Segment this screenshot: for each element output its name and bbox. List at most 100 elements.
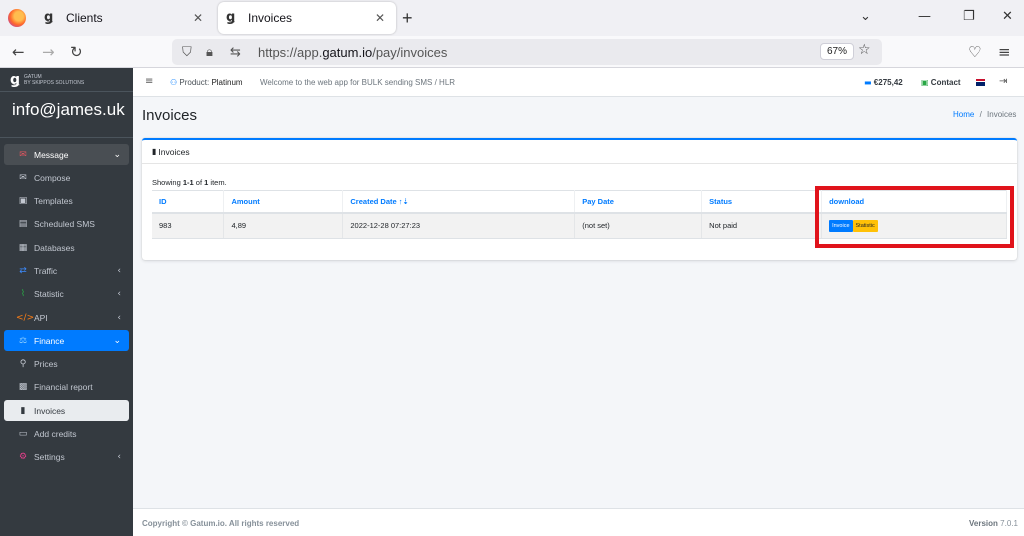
sidebar-item-compose[interactable]: ✉ Compose: [4, 167, 129, 188]
welcome-text: Welcome to the web app for BULK sending …: [260, 78, 456, 87]
sidebar-item-label: Prices: [34, 359, 58, 370]
close-icon[interactable]: ✕: [190, 11, 206, 25]
sidebar-item-scheduled-sms[interactable]: ▤ Scheduled SMS: [4, 214, 129, 235]
sidebar-item-label: Invoices: [34, 405, 66, 416]
tab-list-chevron-icon[interactable]: ⌄: [860, 9, 871, 24]
wallet-icon: ▬: [864, 78, 872, 87]
minimize-icon[interactable]: —: [918, 9, 931, 24]
sidebar-item-label: Templates: [34, 196, 73, 207]
column-header-id[interactable]: ID: [152, 190, 225, 214]
clock-icon: ▤: [18, 219, 28, 230]
browser-nav-bar: ← → ↻ ⛉ 🔒︎ ⇆ https://app.gatum.io/pay/in…: [0, 36, 1024, 68]
compose-icon: ✉: [19, 172, 27, 183]
cell-created-date: 2022-12-28 07:27:23: [342, 212, 576, 239]
breadcrumb-separator: /: [979, 110, 982, 119]
product-badge-icon: ⚇: [170, 78, 178, 87]
shield-icon[interactable]: ⛉: [182, 45, 196, 60]
sidebar-item-label: Message: [34, 149, 69, 160]
sidebar-item-label: Finance: [34, 335, 65, 346]
sidebar-item-finance[interactable]: ⚖ Finance ⌄: [4, 330, 129, 352]
sidebar-item-label: Statistic: [34, 289, 64, 300]
reload-icon[interactable]: ↻: [70, 43, 83, 61]
uk-flag-icon[interactable]: [976, 79, 985, 86]
sidebar-item-financial-report[interactable]: ▩ Financial report: [4, 377, 129, 398]
sidebar-item-label: Settings: [34, 452, 65, 463]
sidebar-item-message[interactable]: ✉ Message ⌄: [4, 144, 129, 165]
lock-icon[interactable]: 🔒︎: [206, 45, 220, 60]
sidebar-item-label: Financial report: [34, 382, 93, 393]
cell-status: Not paid: [701, 212, 823, 239]
product-info[interactable]: ⚇ Product: Platinum: [170, 78, 243, 87]
pocket-icon[interactable]: ♡: [968, 43, 981, 61]
tab-title: Invoices: [248, 11, 293, 25]
bookmark-star-icon[interactable]: ☆: [858, 42, 871, 58]
zoom-level[interactable]: 67%: [820, 43, 855, 60]
templates-icon: ▣: [18, 196, 28, 207]
breadcrumb-home-link[interactable]: Home: [953, 110, 974, 119]
sidebar-item-settings[interactable]: ⚙ Settings ‹: [4, 447, 129, 468]
card-title: Invoices: [158, 146, 190, 157]
sidebar-item-prices[interactable]: ⚲ Prices: [4, 354, 129, 375]
logout-icon[interactable]: ⇥: [999, 76, 1007, 87]
code-icon: </>: [16, 312, 35, 323]
column-header-amount[interactable]: Amount: [223, 190, 344, 214]
sidebar-item-statistic[interactable]: ⌇ Statistic ‹: [4, 284, 129, 305]
cell-amount: 4,89: [223, 212, 344, 239]
file-invoice-icon: ▮: [152, 147, 157, 156]
gatum-favicon-icon: ǥ: [44, 10, 54, 25]
user-name[interactable]: info@james.uk: [0, 92, 133, 138]
chevron-left-icon: ‹: [117, 452, 121, 463]
sidebar-item-traffic[interactable]: ⇄ Traffic ‹: [4, 260, 129, 281]
grid-summary: Showing 1-1 of 1 item.: [152, 178, 227, 187]
report-icon: ▩: [18, 382, 28, 393]
column-header-status[interactable]: Status: [701, 190, 823, 214]
url-bar[interactable]: ⛉ 🔒︎ ⇆ https://app.gatum.io/pay/invoices…: [172, 39, 882, 65]
sidebar-item-api[interactable]: </> API ‹: [4, 307, 129, 328]
chevron-down-icon: ⌄: [113, 335, 121, 346]
gatum-logo-icon: ǥ: [10, 71, 21, 88]
back-icon[interactable]: ←: [12, 43, 25, 61]
restore-icon[interactable]: ❐: [963, 9, 975, 24]
top-navbar: ≡ ⚇ Product: Platinum Welcome to the web…: [133, 68, 1024, 97]
product-value: Platinum: [211, 78, 243, 87]
cell-id: 983: [152, 212, 225, 239]
finance-icon: ⚖: [18, 335, 28, 346]
tab-invoices[interactable]: ǥ Invoices ✕: [218, 2, 396, 34]
breadcrumb-current: Invoices: [987, 110, 1017, 119]
sidebar-item-databases[interactable]: ▦ Databases: [4, 237, 129, 258]
download-highlight-box: [815, 186, 1014, 248]
new-tab-icon[interactable]: +: [402, 8, 413, 28]
tab-clients[interactable]: ǥ Clients ✕: [36, 2, 214, 34]
url-text[interactable]: https://app.gatum.io/pay/invoices: [258, 45, 447, 60]
sidebar-item-label: Add credits: [34, 429, 77, 440]
brand-logo[interactable]: ǥ GATUM BY SKIPPOS SOLUTIONS: [0, 68, 133, 92]
footer: Copyright © Gatum.io. All rights reserve…: [133, 508, 1024, 536]
column-header-pay-date[interactable]: Pay Date: [574, 190, 703, 214]
firefox-icon[interactable]: [8, 9, 26, 27]
chevron-left-icon: ‹: [117, 289, 121, 300]
search-icon: ⚲: [19, 359, 27, 370]
close-icon[interactable]: ✕: [372, 11, 388, 25]
balance-link[interactable]: ▬ €275,42: [864, 78, 903, 87]
file-icon: ▮: [20, 405, 26, 416]
version-info: Version 7.0.1: [969, 519, 1018, 528]
chevron-left-icon: ‹: [117, 312, 121, 323]
contact-link[interactable]: ▣ Contact: [921, 78, 961, 87]
card-header: ▮ Invoices: [142, 140, 1017, 164]
sidebar-item-add-credits[interactable]: ▭ Add credits: [4, 424, 129, 445]
breadcrumb: Home / Invoices: [953, 110, 1016, 119]
column-header-created-date[interactable]: Created Date ↑⇣: [342, 190, 576, 214]
cell-pay-date: (not set): [574, 212, 703, 239]
copyright-text: Copyright © Gatum.io. All rights reserve…: [142, 519, 300, 528]
forward-icon[interactable]: →: [42, 43, 55, 61]
close-window-icon[interactable]: ✕: [1002, 9, 1013, 24]
menu-icon[interactable]: ≡: [998, 43, 1011, 61]
database-icon: ▦: [18, 242, 28, 253]
sidebar-item-invoices[interactable]: ▮ Invoices: [4, 400, 129, 422]
sidebar-item-templates[interactable]: ▣ Templates: [4, 191, 129, 212]
permissions-icon[interactable]: ⇆: [230, 45, 244, 60]
card-icon: ▭: [18, 429, 28, 440]
contact-label: Contact: [930, 78, 961, 87]
hamburger-menu-icon[interactable]: ≡: [145, 76, 153, 87]
browser-tab-bar: ǥ Clients ✕ ǥ Invoices ✕ + ⌄ — ❐ ✕: [0, 0, 1024, 36]
